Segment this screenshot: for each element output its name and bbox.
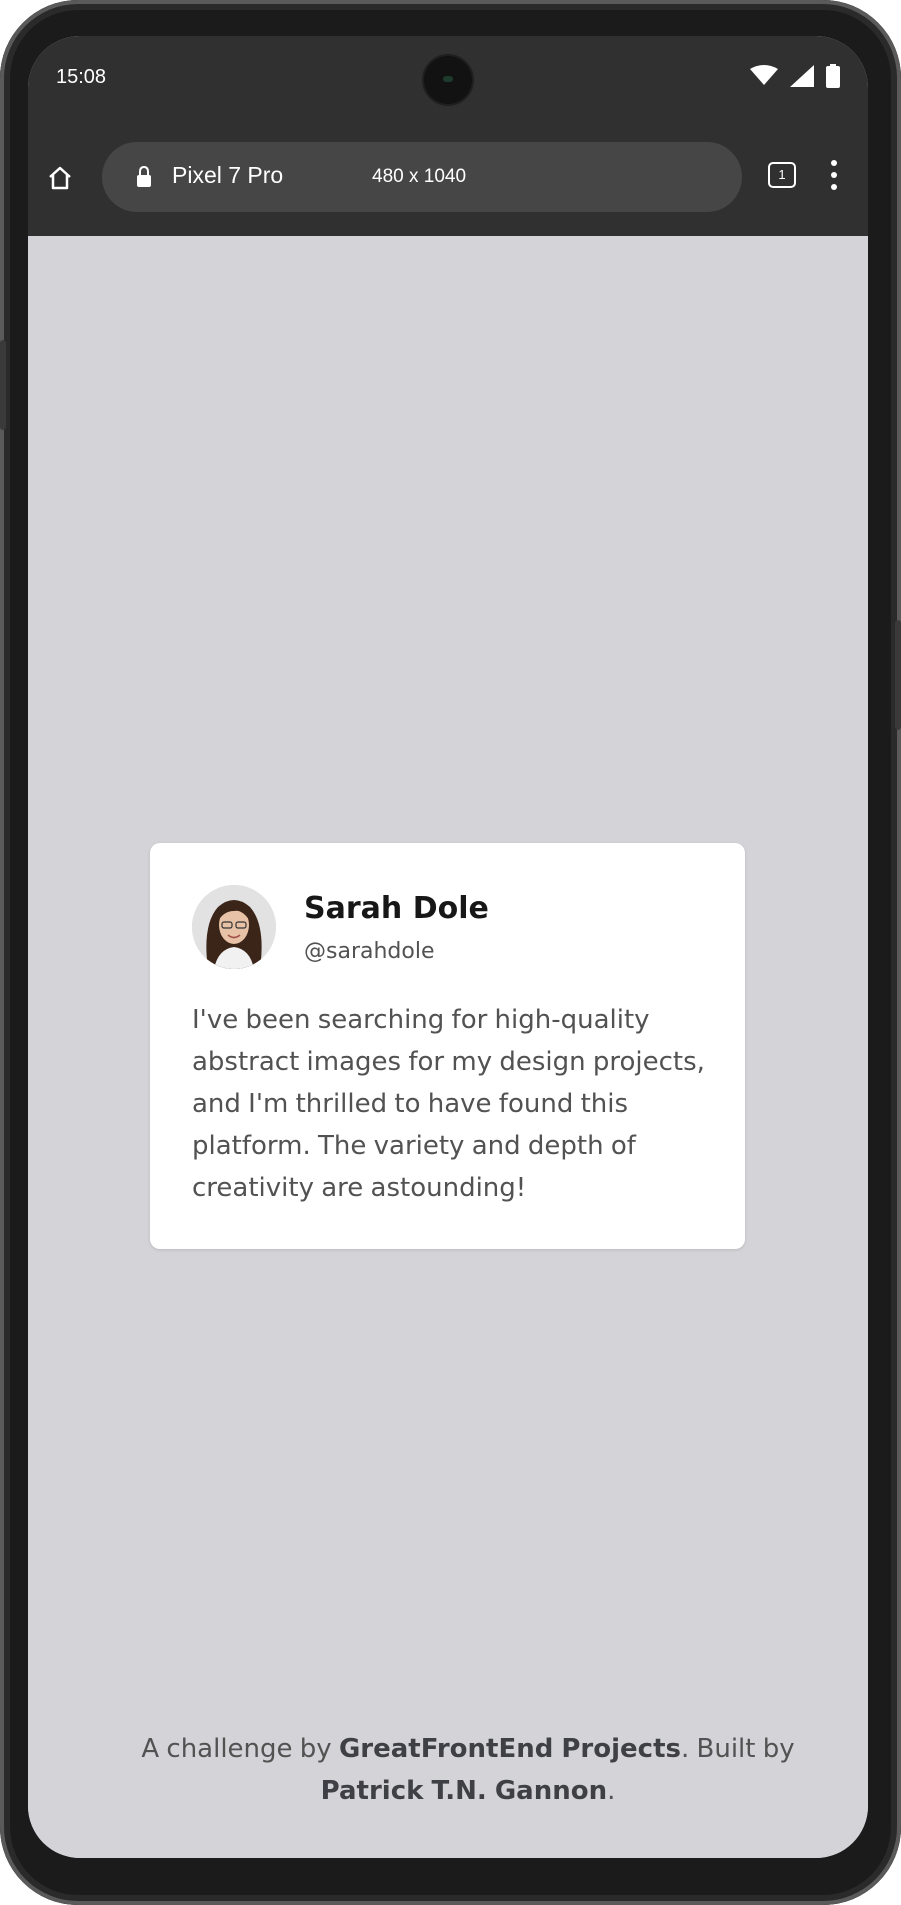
lock-icon <box>137 166 151 187</box>
tab-count: 1 <box>778 167 786 182</box>
camera-lens <box>443 76 453 82</box>
address-bar[interactable]: Pixel 7 Pro 480 x 1040 <box>102 142 742 212</box>
viewport-dimensions: 480 x 1040 <box>372 166 467 187</box>
menu-dot <box>831 184 837 190</box>
author-handle: @sarahdole <box>304 939 435 964</box>
footer-prefix: A challenge by <box>141 1734 339 1764</box>
wifi-icon <box>750 65 778 85</box>
device-name: Pixel 7 Pro <box>172 162 284 188</box>
author-name: Sarah Dole <box>304 891 489 926</box>
more-vert-icon[interactable] <box>824 160 844 190</box>
menu-dot <box>831 160 837 166</box>
testimonial-card: Sarah Dole @sarahdole I've been searchin… <box>150 843 745 1249</box>
attribution-footer: A challenge by GreatFrontEnd Projects. B… <box>88 1728 848 1812</box>
footer-middle: . Built by <box>680 1734 795 1764</box>
menu-dot <box>831 172 837 178</box>
battery-icon <box>826 64 840 88</box>
author-link[interactable]: Patrick T.N. Gannon <box>321 1776 607 1806</box>
avatar <box>192 885 276 969</box>
home-button[interactable] <box>40 158 80 198</box>
signal-icon <box>790 65 814 87</box>
front-camera <box>424 56 472 104</box>
home-icon <box>49 166 71 190</box>
page-content: Sarah Dole @sarahdole I've been searchin… <box>28 236 868 1858</box>
device-frame: 15:08 Pixel 7 Pro 480 x 1040 1 Sarah Dol… <box>0 0 901 1905</box>
power-button <box>895 620 901 730</box>
tabs-icon[interactable]: 1 <box>768 162 796 188</box>
phone-screen: 15:08 Pixel 7 Pro 480 x 1040 1 Sarah Dol… <box>28 36 868 1858</box>
status-icons <box>750 64 840 88</box>
status-time: 15:08 <box>56 66 107 88</box>
challenge-link[interactable]: GreatFrontEnd Projects <box>339 1734 681 1764</box>
testimonial-text: I've been searching for high-quality abs… <box>192 1005 705 1203</box>
volume-button <box>0 340 6 430</box>
browser-chrome: 15:08 Pixel 7 Pro 480 x 1040 1 <box>28 36 868 236</box>
footer-suffix: . <box>607 1776 616 1806</box>
avatar-photo <box>192 885 276 969</box>
